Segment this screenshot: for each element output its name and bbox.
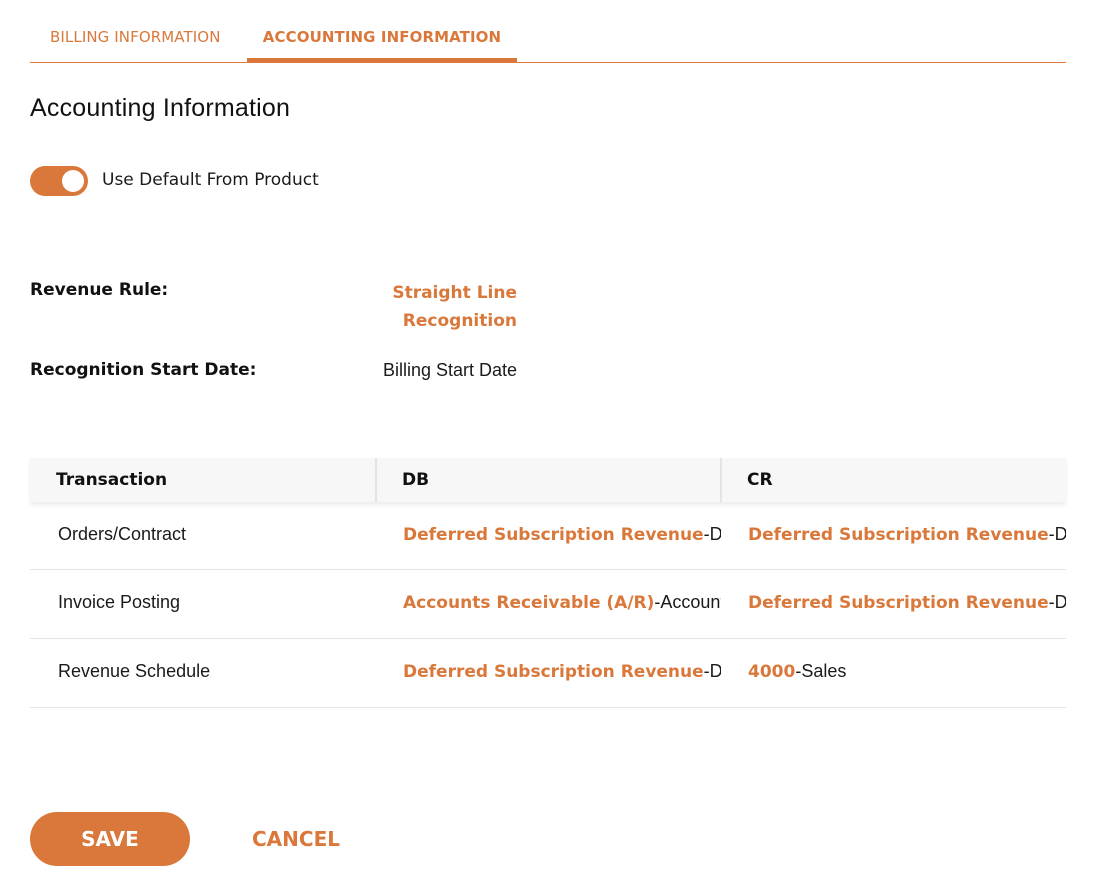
column-header-transaction: Transaction (56, 470, 168, 490)
cancel-button[interactable]: CANCEL (236, 812, 356, 866)
db-account-link[interactable]: Deferred Subscription Revenue (403, 525, 704, 545)
cr-account-description: -Sales (795, 661, 847, 681)
db-account-description: -De (703, 661, 721, 681)
db-account-cell: Deferred Subscription Revenue-De (403, 661, 721, 682)
tab-billing-information[interactable]: BILLING INFORMATION (50, 0, 221, 62)
db-account-cell: Accounts Receivable (A/R)-Accounts (403, 592, 721, 613)
cr-account-description: -De (1048, 592, 1066, 612)
save-button[interactable]: SAVE (30, 812, 190, 866)
column-header-cr: CR (747, 470, 773, 490)
db-account-description: -De (703, 524, 721, 544)
db-account-cell: Deferred Subscription Revenue-De (403, 524, 721, 545)
db-account-description: -Accounts (654, 592, 721, 612)
transaction-cell: Orders/Contract (58, 524, 187, 544)
column-header-db: DB (402, 470, 430, 490)
page-title: Accounting Information (30, 94, 291, 122)
table-row: Revenue Schedule Deferred Subscription R… (30, 639, 1066, 708)
recognition-start-date-label: Recognition Start Date: (30, 360, 257, 380)
transaction-cell: Revenue Schedule (58, 661, 211, 681)
cr-account-cell: Deferred Subscription Revenue-De (748, 524, 1066, 545)
accounting-table: Transaction DB CR Orders/Contract Deferr… (30, 458, 1066, 708)
tab-bar: BILLING INFORMATION ACCOUNTING INFORMATI… (30, 0, 1066, 63)
revenue-rule-label: Revenue Rule: (30, 280, 169, 300)
cr-account-link[interactable]: 4000 (748, 662, 795, 682)
cr-account-cell: 4000-Sales (748, 661, 1066, 682)
toggle-knob (62, 170, 84, 192)
cr-account-cell: Deferred Subscription Revenue-De (748, 592, 1066, 613)
recognition-start-date-value: Billing Start Date (382, 360, 517, 380)
table-row: Invoice Posting Accounts Receivable (A/R… (30, 570, 1066, 639)
cr-account-description: -De (1048, 524, 1066, 544)
revenue-rule-link[interactable]: Straight Line Recognition (337, 279, 517, 335)
db-account-link[interactable]: Accounts Receivable (A/R) (403, 593, 654, 613)
transaction-cell: Invoice Posting (58, 592, 181, 612)
column-divider[interactable] (720, 458, 722, 502)
column-divider[interactable] (375, 458, 377, 502)
cr-account-link[interactable]: Deferred Subscription Revenue (748, 525, 1049, 545)
db-account-link[interactable]: Deferred Subscription Revenue (403, 662, 704, 682)
cr-account-link[interactable]: Deferred Subscription Revenue (748, 593, 1049, 613)
use-default-toggle-label: Use Default From Product (102, 170, 319, 190)
table-row: Orders/Contract Deferred Subscription Re… (30, 502, 1066, 570)
tab-accounting-information[interactable]: ACCOUNTING INFORMATION (247, 0, 517, 62)
use-default-toggle[interactable] (30, 166, 88, 196)
table-header: Transaction DB CR (30, 458, 1066, 502)
